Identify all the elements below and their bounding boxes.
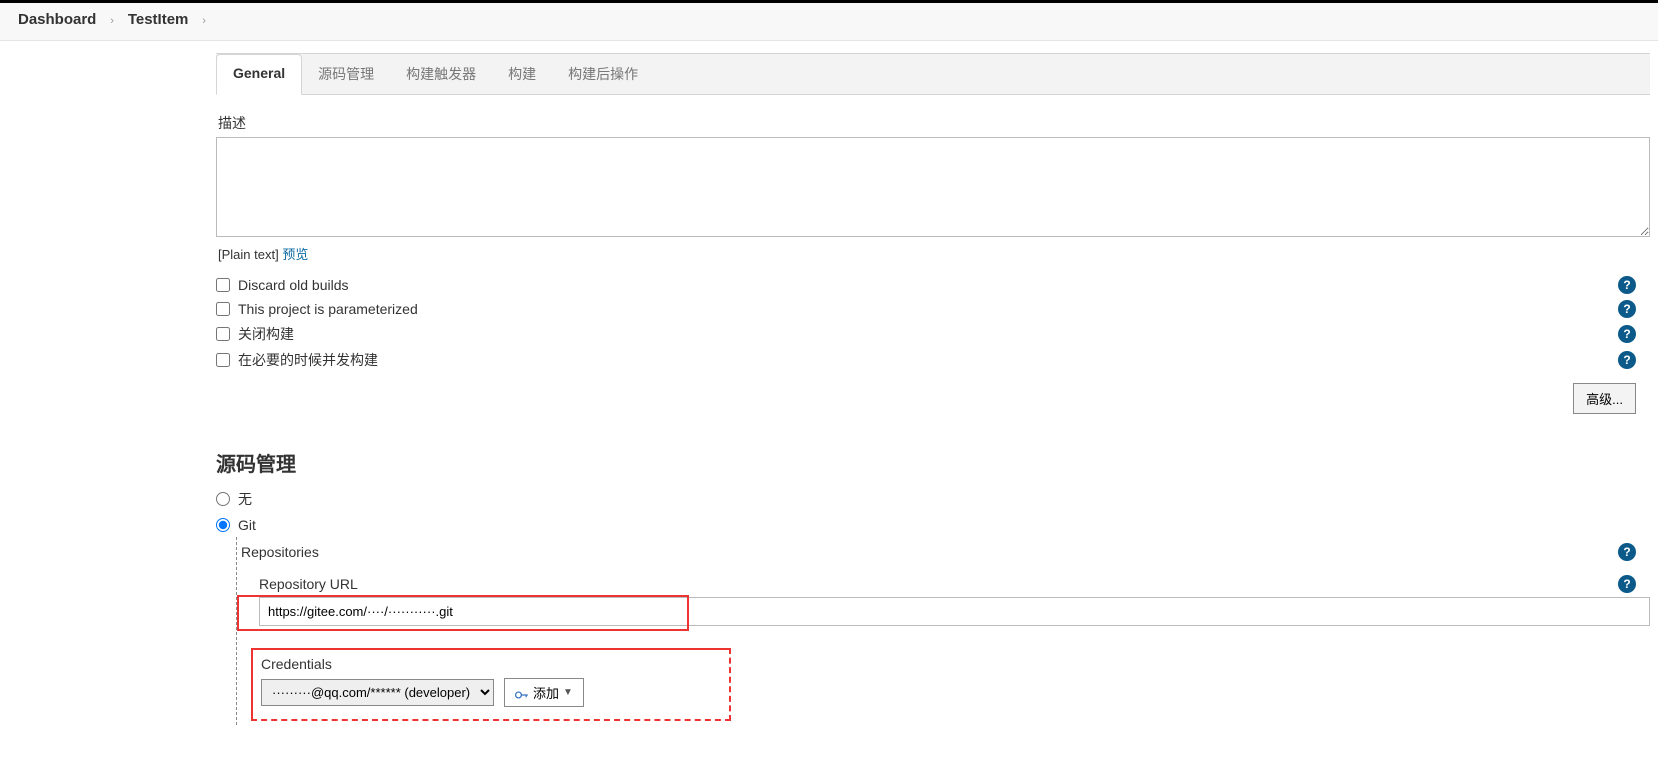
help-icon[interactable]: ? (1618, 325, 1636, 343)
credentials-select[interactable]: ·········@qq.com/****** (developer) (261, 679, 494, 706)
parameterized-label: This project is parameterized (238, 301, 418, 317)
tab-general[interactable]: General (216, 54, 302, 95)
advanced-button[interactable]: 高级... (1573, 383, 1636, 414)
help-icon[interactable]: ? (1618, 276, 1636, 294)
chevron-right-icon: › (110, 15, 114, 27)
caret-down-icon: ▼ (563, 687, 573, 698)
concurrent-build-label: 在必要的时候并发构建 (238, 350, 378, 370)
tab-post-build[interactable]: 构建后操作 (552, 54, 654, 94)
scm-git-label: Git (238, 517, 256, 533)
add-button-label: 添加 (533, 683, 559, 702)
help-icon[interactable]: ? (1618, 300, 1636, 318)
tab-scm[interactable]: 源码管理 (302, 54, 390, 94)
scm-section-title: 源码管理 (216, 448, 1650, 477)
chevron-right-icon: › (202, 15, 206, 27)
disable-build-checkbox[interactable] (216, 327, 230, 341)
tab-build[interactable]: 构建 (492, 54, 552, 94)
concurrent-build-checkbox[interactable] (216, 353, 230, 367)
credentials-label: Credentials (261, 656, 332, 672)
preview-link[interactable]: 预览 (282, 247, 308, 262)
help-icon[interactable]: ? (1618, 543, 1636, 561)
scm-git-radio[interactable] (216, 518, 230, 532)
disable-build-label: 关闭构建 (238, 324, 294, 344)
description-textarea[interactable] (216, 137, 1650, 237)
help-icon[interactable]: ? (1618, 575, 1636, 593)
repositories-label: Repositories (241, 544, 319, 560)
breadcrumb-item[interactable]: TestItem (128, 11, 189, 28)
config-tabs: General 源码管理 构建触发器 构建 构建后操作 (216, 53, 1650, 95)
discard-old-builds-checkbox[interactable] (216, 278, 230, 292)
breadcrumb-dashboard[interactable]: Dashboard (18, 11, 96, 28)
breadcrumb: Dashboard › TestItem › (0, 3, 1658, 41)
add-credentials-button[interactable]: 添加 ▼ (504, 678, 584, 707)
discard-old-builds-label: Discard old builds (238, 277, 349, 293)
parameterized-checkbox[interactable] (216, 302, 230, 316)
tab-triggers[interactable]: 构建触发器 (390, 54, 492, 94)
repo-url-input[interactable] (259, 597, 1650, 626)
repo-url-label: Repository URL (259, 576, 358, 592)
plain-text-label: [Plain text] (218, 247, 282, 262)
scm-none-radio[interactable] (216, 492, 230, 506)
scm-none-label: 无 (238, 489, 252, 509)
description-label: 描述 (218, 113, 1650, 133)
help-icon[interactable]: ? (1618, 351, 1636, 369)
key-icon (515, 688, 529, 698)
